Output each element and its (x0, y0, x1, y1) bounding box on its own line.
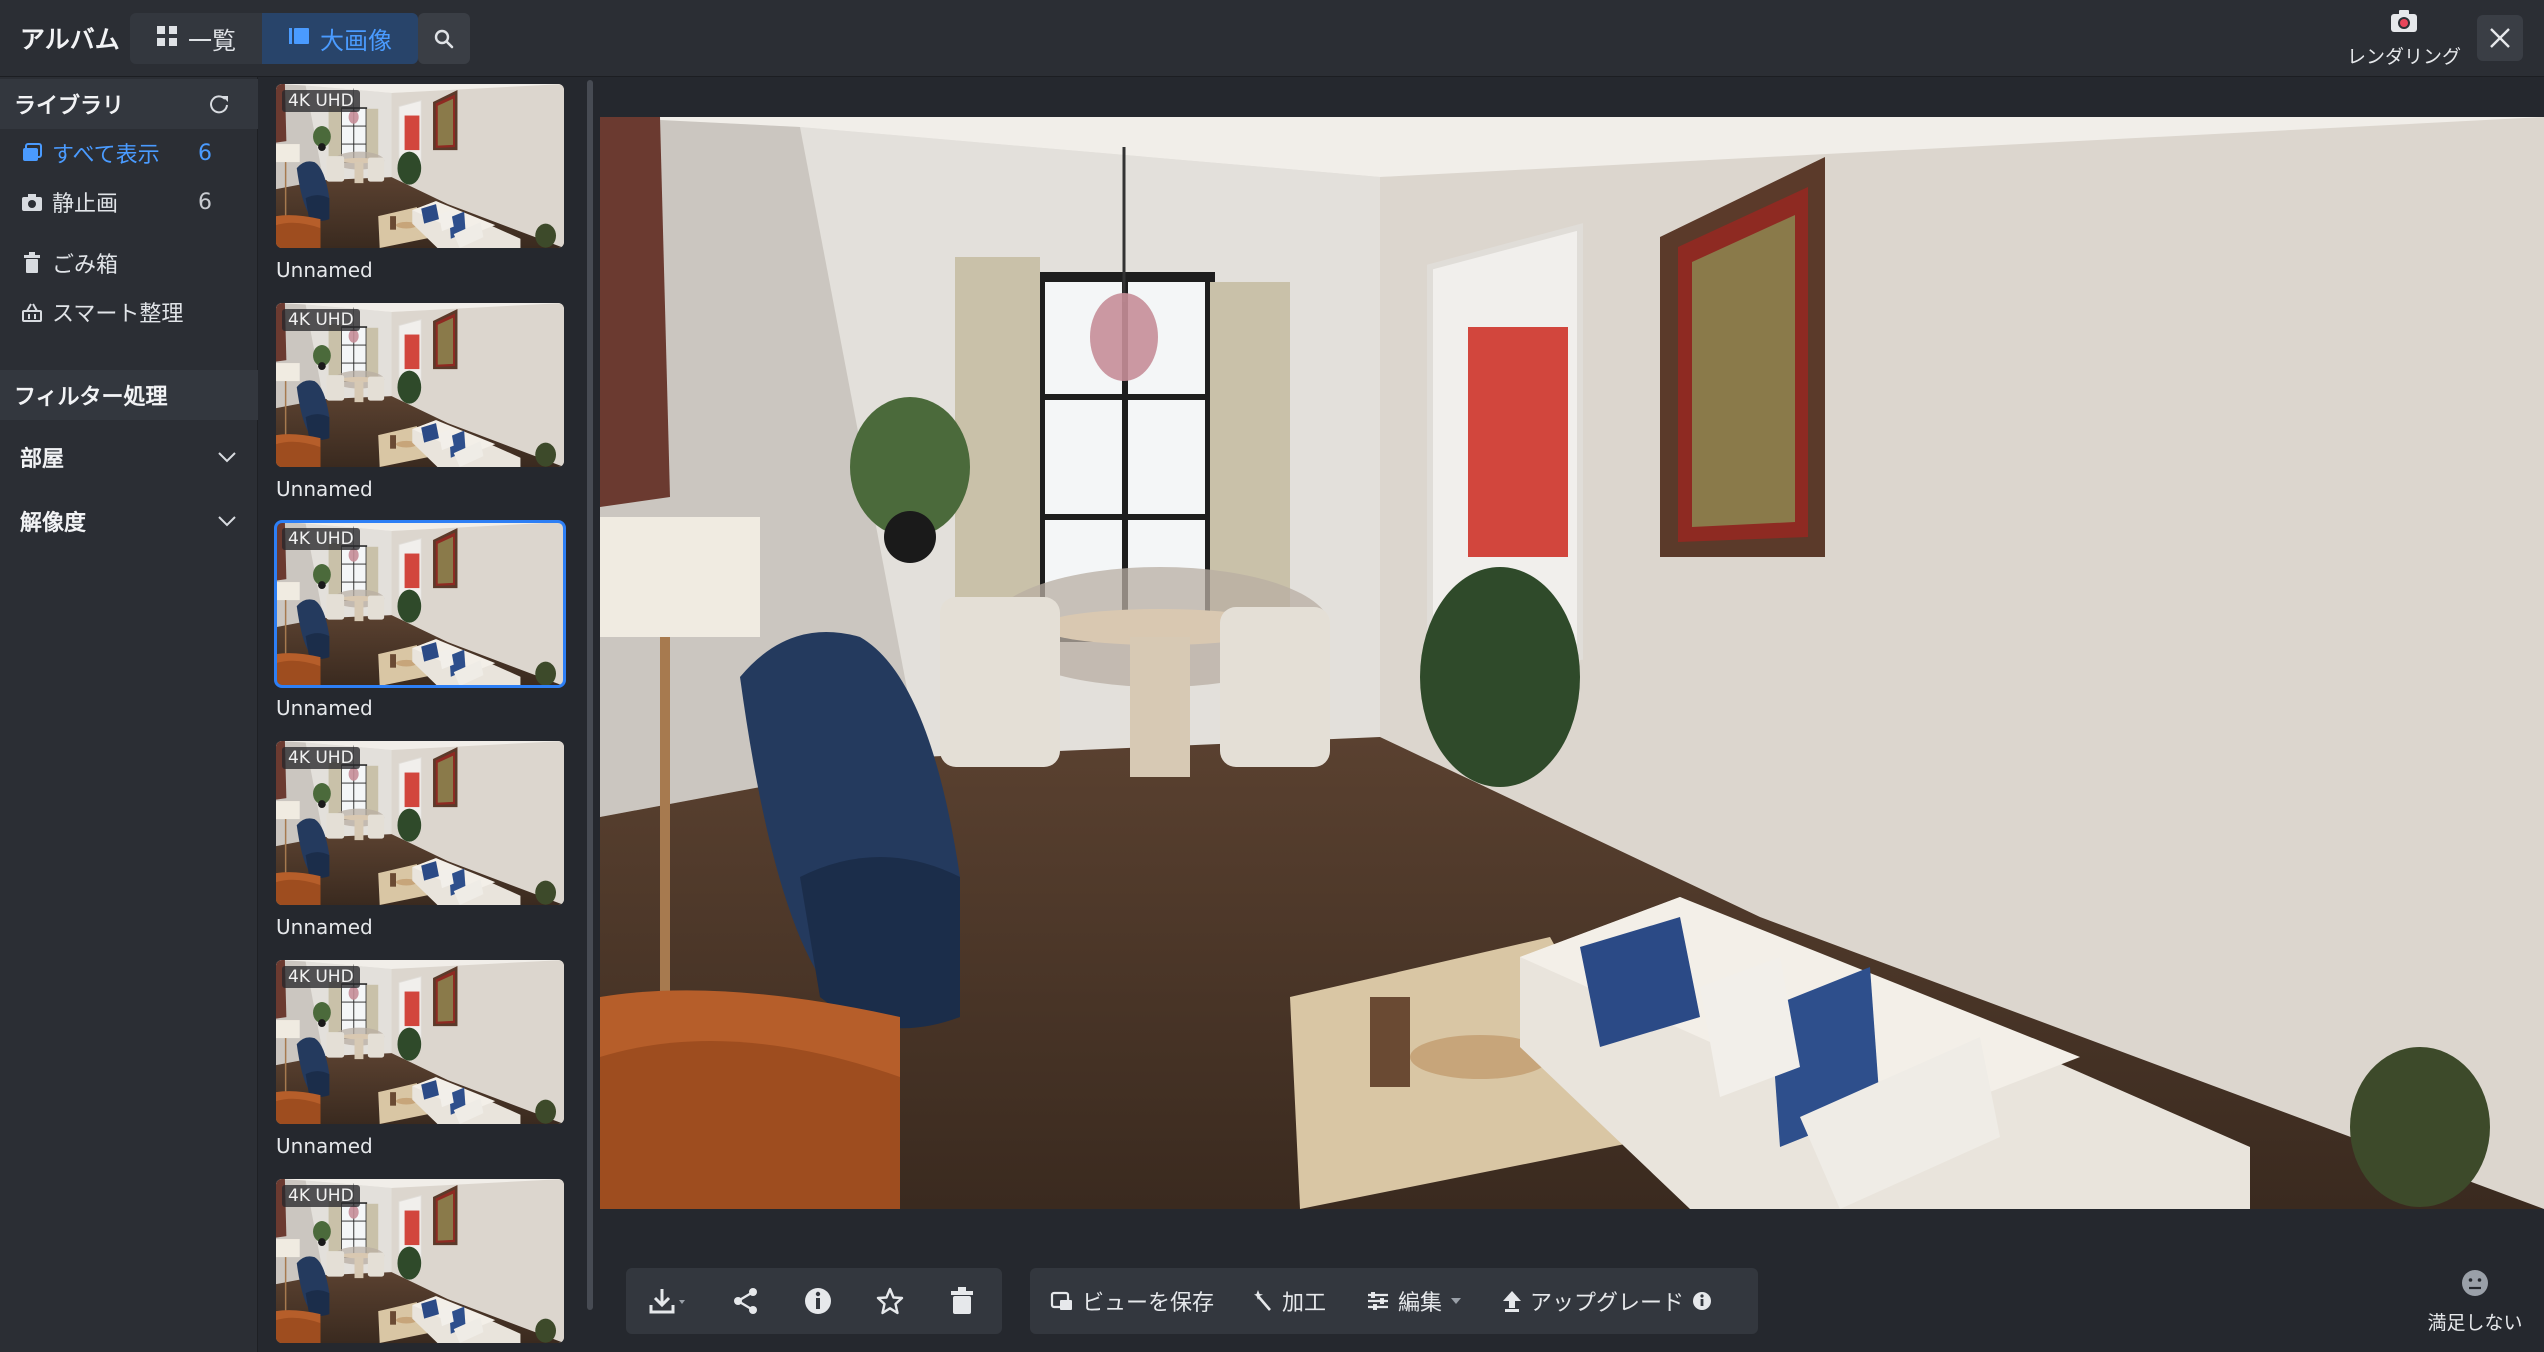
thumbnail-item[interactable]: 4K UHD (276, 1179, 564, 1343)
resolution-badge: 4K UHD (282, 966, 360, 988)
dissatisfied-label: 満足しない (2427, 1312, 2523, 1334)
filter-label: 部屋 (20, 447, 65, 472)
library-title: ライブラリ (14, 94, 125, 119)
chevron-down-icon (216, 446, 238, 474)
thumbnail-item[interactable]: 4K UHD Unnamed (276, 84, 564, 282)
edit-actions-toolbar: ビューを保存 加工 編集 アップグレード (1030, 1268, 1758, 1334)
tab-large-image-view[interactable]: 大画像 (262, 13, 418, 64)
sidebar-item-all[interactable]: すべて表示 6 (20, 135, 240, 171)
album-stack-icon (20, 141, 44, 165)
resolution-badge: 4K UHD (282, 90, 360, 112)
resolution-badge: 4K UHD (282, 309, 360, 331)
thumbnail-item[interactable]: 4K UHD Unnamed (276, 303, 564, 501)
resolution-badge: 4K UHD (282, 747, 360, 769)
thumbnail-image: 4K UHD (276, 1179, 564, 1343)
render-button[interactable]: レンダリング (2346, 8, 2462, 70)
search-button[interactable] (418, 13, 470, 64)
sliders-icon (1368, 1292, 1389, 1310)
thumbnail-item[interactable]: 4K UHD Unnamed (276, 741, 564, 939)
render-label: レンダリング (2346, 46, 2461, 68)
sidebar-item-label: スマート整理 (52, 302, 184, 327)
item-count: 6 (198, 189, 212, 215)
camera-icon (20, 190, 44, 214)
tab-list-view[interactable]: 一覧 (130, 13, 262, 64)
image-actions-toolbar (626, 1268, 1002, 1334)
favorite-button[interactable] (854, 1268, 926, 1334)
grid-icon (156, 25, 178, 53)
info-icon (1693, 1292, 1712, 1310)
upgrade-label: アップグレード (1530, 1291, 1685, 1316)
save-view-icon (1050, 1291, 1072, 1310)
thumbnail-image: 4K UHD (276, 303, 564, 467)
close-icon (2490, 28, 2510, 48)
delete-button[interactable] (926, 1268, 998, 1334)
close-button[interactable] (2477, 15, 2523, 61)
save-view-button[interactable]: ビューを保存 (1030, 1268, 1234, 1334)
download-button[interactable] (626, 1268, 710, 1334)
filter-room[interactable]: 部屋 (0, 432, 258, 482)
download-icon (649, 1289, 685, 1314)
sidebar-item-trash[interactable]: ごみ箱 (20, 245, 240, 281)
caret-down-icon (1451, 1298, 1462, 1304)
trash-icon (20, 251, 44, 275)
sidebar-item-stills[interactable]: 静止画 6 (20, 184, 240, 220)
edit-button[interactable]: 編集 (1346, 1268, 1482, 1334)
upgrade-arrow-icon (1503, 1291, 1522, 1312)
chevron-down-icon (216, 510, 238, 538)
filter-header: フィルター処理 (0, 370, 258, 420)
sidebar-item-label: ごみ箱 (52, 253, 119, 278)
top-bar: アルバム 一覧 大画像 レンダリング (0, 0, 2544, 77)
process-label: 加工 (1282, 1291, 1327, 1316)
large-image-icon (288, 25, 310, 53)
tab-label: 一覧 (188, 27, 236, 55)
camera-icon (2391, 10, 2417, 32)
thumbnail-item-selected[interactable]: 4K UHD Unnamed (274, 520, 566, 720)
rendered-room-image (600, 117, 2544, 1209)
thumbnail-image: 4K UHD (274, 520, 566, 688)
tab-label: 大画像 (320, 27, 392, 55)
filter-label: 解像度 (20, 511, 87, 536)
save-view-label: ビューを保存 (1082, 1291, 1215, 1316)
search-icon (434, 29, 454, 48)
resolution-badge: 4K UHD (282, 1185, 360, 1207)
thumbnail-image: 4K UHD (276, 741, 564, 905)
thumbnail-name: Unnamed (276, 258, 373, 282)
share-button[interactable] (710, 1268, 782, 1334)
thumbnail-name: Unnamed (276, 1134, 373, 1158)
basket-icon (20, 300, 44, 324)
thumbnail-name: Unnamed (276, 477, 373, 501)
item-count: 6 (198, 140, 212, 166)
dissatisfied-button[interactable]: 満足しない (2420, 1268, 2530, 1335)
upgrade-button[interactable]: アップグレード (1482, 1268, 1732, 1334)
sidebar-item-label: 静止画 (52, 192, 119, 217)
thumbnail-image: 4K UHD (276, 84, 564, 248)
info-icon (805, 1288, 831, 1314)
sidebar-item-label: すべて表示 (52, 143, 160, 168)
neutral-face-icon (2462, 1270, 2488, 1296)
refresh-icon[interactable] (208, 93, 230, 121)
star-icon (876, 1287, 904, 1315)
thumbnail-image: 4K UHD (276, 960, 564, 1124)
main-image-viewer[interactable] (600, 117, 2544, 1209)
sidebar: ライブラリ すべて表示 6 静止画 6 ごみ箱 スマート整理 フィルター処理 部… (0, 77, 258, 1352)
filter-resolution[interactable]: 解像度 (0, 496, 258, 546)
share-icon (734, 1288, 757, 1314)
thumbnail-item[interactable]: 4K UHD Unnamed (276, 960, 564, 1158)
filter-title: フィルター処理 (14, 385, 168, 410)
info-button[interactable] (782, 1268, 854, 1334)
sidebar-item-smart-organize[interactable]: スマート整理 (20, 294, 240, 330)
view-mode-tabs: 一覧 大画像 (130, 13, 418, 64)
thumbnail-name: Unnamed (276, 915, 373, 939)
thumbnail-name: Unnamed (276, 696, 373, 720)
library-header: ライブラリ (0, 79, 258, 129)
thumbnail-list: 4K UHD Unnamed 4K UHD Unnamed 4K UHD Unn… (260, 77, 590, 1352)
scrollbar-thumb[interactable] (587, 80, 593, 1310)
process-button[interactable]: 加工 (1234, 1268, 1346, 1334)
app-title: アルバム (20, 25, 120, 54)
magic-wand-icon (1254, 1290, 1272, 1311)
delete-icon (951, 1287, 973, 1314)
resolution-badge: 4K UHD (282, 528, 360, 550)
edit-label: 編集 (1398, 1291, 1443, 1316)
